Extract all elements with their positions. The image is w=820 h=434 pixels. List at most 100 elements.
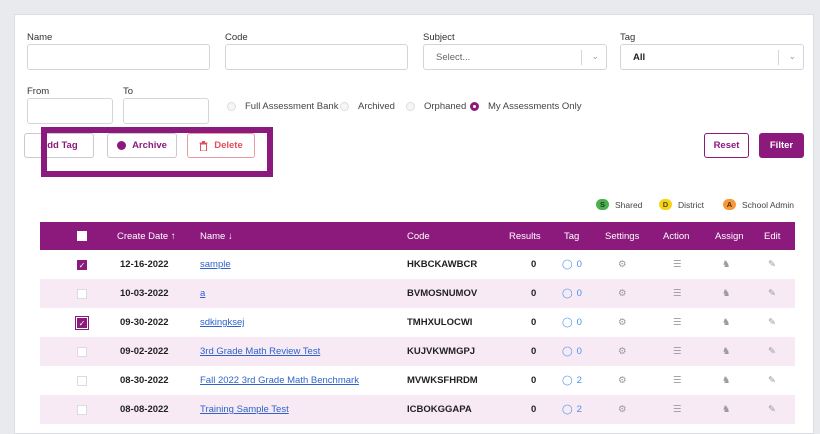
tag-icon: ◯ xyxy=(562,346,573,357)
row-checkbox[interactable]: ✓ xyxy=(77,250,87,279)
row-name-link[interactable]: sample xyxy=(200,250,231,279)
row-code: HKBCKAWBCR xyxy=(407,259,478,270)
gear-icon[interactable]: ⚙ xyxy=(618,337,627,366)
assessments-table: Create Date ↑ Name ↓ Code Results Tag Se… xyxy=(40,222,795,424)
assign-user-icon[interactable]: ♞ xyxy=(722,366,731,395)
assessment-name[interactable]: sample xyxy=(200,259,231,270)
edit-icon[interactable]: ✎ xyxy=(768,395,776,424)
radio-full-assessment-bank[interactable]: Full Assessment Bank xyxy=(227,101,338,112)
name-input[interactable] xyxy=(27,44,210,70)
to-date-input[interactable] xyxy=(123,98,209,124)
list-icon[interactable]: ☰ xyxy=(673,366,682,395)
tag-icon: ◯ xyxy=(562,404,573,415)
from-date-input[interactable] xyxy=(27,98,113,124)
assign-user-icon[interactable]: ♞ xyxy=(722,337,731,366)
radio-my-assessments-only[interactable]: My Assessments Only xyxy=(470,101,581,112)
tag-select[interactable]: All ⌄ xyxy=(620,44,804,70)
list-icon[interactable]: ☰ xyxy=(673,395,682,424)
subject-select[interactable]: Select... ⌄ xyxy=(423,44,607,70)
assign-user-icon[interactable]: ♞ xyxy=(722,250,731,279)
header-results: Results xyxy=(509,230,541,242)
gear-icon[interactable]: ⚙ xyxy=(618,279,627,308)
row-create-date: 08-30-2022 xyxy=(120,375,169,386)
assign-user-icon[interactable]: ♞ xyxy=(722,308,731,337)
row-create-date: 09-02-2022 xyxy=(120,346,169,357)
gear-icon[interactable]: ⚙ xyxy=(618,366,627,395)
radio-archived[interactable]: Archived xyxy=(340,101,395,112)
select-separator xyxy=(778,50,779,65)
row-name-link[interactable]: 3rd Grade Math Review Test xyxy=(200,337,320,366)
tag-count: 0 xyxy=(576,259,582,270)
legend-label: District xyxy=(678,199,704,210)
list-icon[interactable]: ☰ xyxy=(673,250,682,279)
row-name-link[interactable]: a xyxy=(200,279,205,308)
row-code: TMHXULOCWI xyxy=(407,317,473,328)
edit-icon[interactable]: ✎ xyxy=(768,366,776,395)
header-tag: Tag xyxy=(564,230,580,242)
subject-label: Subject xyxy=(423,32,455,43)
row-name-link[interactable]: Fall 2022 3rd Grade Math Benchmark xyxy=(200,366,359,395)
select-separator xyxy=(581,50,582,65)
row-create-date: 10-03-2022 xyxy=(120,288,169,299)
row-tag[interactable]: ◯ 0 xyxy=(562,250,582,279)
row-code: KUJVKWMGPJ xyxy=(407,346,476,357)
table-row: 09-02-2022 3rd Grade Math Review Test KUJV… xyxy=(40,337,795,366)
header-code: Code xyxy=(407,230,430,242)
reset-label: Reset xyxy=(713,140,740,151)
selection-highlight-box xyxy=(41,127,273,177)
edit-icon[interactable]: ✎ xyxy=(768,279,776,308)
assessment-name[interactable]: a xyxy=(200,288,205,299)
row-tag[interactable]: ◯ 0 xyxy=(562,337,582,366)
reset-button[interactable]: Reset xyxy=(704,133,749,158)
code-label: Code xyxy=(225,32,248,43)
row-tag[interactable]: ◯ 0 xyxy=(562,308,582,337)
radio-orphaned[interactable]: Orphaned xyxy=(406,101,466,112)
radio-label: Full Assessment Bank xyxy=(245,101,339,112)
gear-icon[interactable]: ⚙ xyxy=(618,308,627,337)
row-name-link[interactable]: sdkingksej xyxy=(200,308,244,337)
row-tag[interactable]: ◯ 2 xyxy=(562,366,582,395)
row-checkbox[interactable] xyxy=(77,395,87,424)
legend-district: D District xyxy=(659,199,704,210)
table-row: ✓ 12-16-2022 sample HKBCKAWBCR 0 ◯ 0 ⚙ ☰ ♞ ✎ xyxy=(40,250,795,279)
edit-icon[interactable]: ✎ xyxy=(768,308,776,337)
gear-icon[interactable]: ⚙ xyxy=(618,395,627,424)
row-tag[interactable]: ◯ 2 xyxy=(562,395,582,424)
header-name[interactable]: Name ↓ xyxy=(200,222,233,250)
list-icon[interactable]: ☰ xyxy=(673,337,682,366)
table-row: 08-08-2022 Training Sample Test ICBOKGGAPA… xyxy=(40,395,795,424)
row-checkbox[interactable] xyxy=(77,337,87,366)
gear-icon[interactable]: ⚙ xyxy=(618,250,627,279)
subject-select-value: Select... xyxy=(436,52,471,63)
assessment-name[interactable]: Training Sample Test xyxy=(200,404,289,415)
list-icon[interactable]: ☰ xyxy=(673,279,682,308)
filter-label: Filter xyxy=(769,140,794,151)
row-checkbox[interactable] xyxy=(77,366,87,395)
edit-icon[interactable]: ✎ xyxy=(768,337,776,366)
assign-user-icon[interactable]: ♞ xyxy=(722,279,731,308)
edit-icon[interactable]: ✎ xyxy=(768,250,776,279)
shared-badge: S xyxy=(596,199,609,210)
header-create-date[interactable]: Create Date ↑ xyxy=(117,222,176,250)
legend-label: Shared xyxy=(615,199,643,210)
tag-count: 2 xyxy=(576,404,582,415)
table-row: ✓ 09-30-2022 sdkingksej TMHXULOCWI 0 ◯ 0 ⚙ ☰ ♞ ✎ xyxy=(40,308,795,337)
row-checkbox[interactable] xyxy=(77,279,87,308)
row-checkbox[interactable]: ✓ xyxy=(75,308,89,337)
row-results: 0 xyxy=(531,346,537,357)
select-all-checkbox[interactable] xyxy=(77,222,87,250)
radio-circle xyxy=(227,102,236,111)
list-icon[interactable]: ☰ xyxy=(673,308,682,337)
assign-user-icon[interactable]: ♞ xyxy=(722,395,731,424)
filter-button[interactable]: Filter xyxy=(759,133,804,158)
code-input[interactable] xyxy=(225,44,408,70)
assessment-name[interactable]: 3rd Grade Math Review Test xyxy=(200,346,320,357)
row-name-link[interactable]: Training Sample Test xyxy=(200,395,289,424)
assessment-name[interactable]: Fall 2022 3rd Grade Math Benchmark xyxy=(200,375,359,386)
row-tag[interactable]: ◯ 0 xyxy=(562,279,582,308)
assessment-name[interactable]: sdkingksej xyxy=(200,317,244,328)
header-action: Action xyxy=(663,230,690,242)
from-label: From xyxy=(27,86,50,97)
tag-select-value: All xyxy=(633,52,646,63)
legend-label: School Admin xyxy=(742,199,794,210)
